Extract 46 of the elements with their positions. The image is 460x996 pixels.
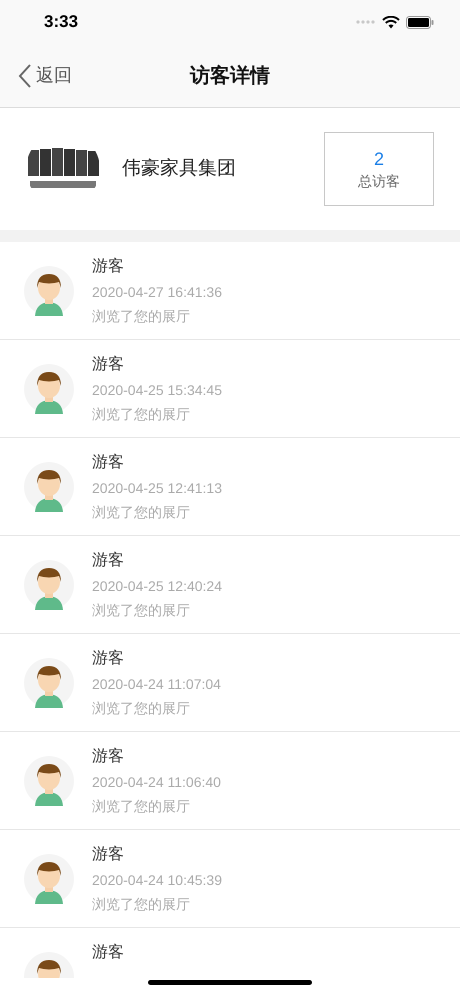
visit-time: 2020-04-25 12:41:13 bbox=[92, 479, 222, 498]
avatar-icon bbox=[24, 266, 74, 316]
visit-action: 浏览了您的展厅 bbox=[92, 503, 191, 522]
visit-action: 浏览了您的展厅 bbox=[92, 405, 191, 424]
visit-time: 2020-04-24 11:06:40 bbox=[92, 773, 221, 792]
back-button[interactable]: 返回 bbox=[18, 62, 72, 89]
visitor-name: 游客 bbox=[92, 648, 125, 669]
visitor-name: 游客 bbox=[92, 256, 125, 277]
avatar-icon bbox=[24, 658, 74, 708]
visit-time: 2020-04-24 10:45:39 bbox=[92, 871, 222, 890]
visitor-name: 游客 bbox=[92, 844, 125, 865]
avatar-icon bbox=[24, 364, 74, 414]
visit-time: 2020-04-25 15:34:45 bbox=[92, 381, 222, 400]
page-title: 访客详情 bbox=[190, 64, 270, 88]
battery-icon bbox=[406, 16, 434, 28]
visitor-name: 游客 bbox=[92, 452, 125, 473]
visitor-name: 游客 bbox=[92, 550, 125, 571]
visit-time: 2020-04-24 11:07:04 bbox=[92, 675, 221, 694]
signal-icon bbox=[356, 20, 376, 24]
visitor-row[interactable]: 游客 2020-04-25 12:40:24 浏览了您的展厅 bbox=[0, 536, 460, 634]
visit-action: 浏览了您的展厅 bbox=[92, 601, 191, 620]
visit-action: 浏览了您的展厅 bbox=[92, 699, 191, 718]
wifi-icon bbox=[382, 16, 400, 28]
visitor-row[interactable]: 游客 2020-04-24 10:45:39 浏览了您的展厅 bbox=[0, 830, 460, 928]
visitor-row[interactable]: 游客 2020-04-25 12:41:13 浏览了您的展厅 bbox=[0, 438, 460, 536]
avatar-icon bbox=[24, 756, 74, 806]
visit-time: 2020-04-25 12:40:24 bbox=[92, 577, 222, 596]
visitor-row[interactable]: 游客 2020-04-24 11:06:40 浏览了您的展厅 bbox=[0, 732, 460, 830]
chevron-left-icon bbox=[18, 62, 32, 88]
visitor-count: 2 bbox=[374, 150, 384, 168]
avatar-icon bbox=[24, 560, 74, 610]
company-name: 伟豪家具集团 bbox=[122, 156, 237, 181]
visitor-row[interactable]: 游客 2020-04-27 16:41:36 浏览了您的展厅 bbox=[0, 242, 460, 340]
visitor-name: 游客 bbox=[92, 942, 124, 963]
avatar-icon bbox=[24, 462, 74, 512]
status-time: 3:33 bbox=[44, 11, 78, 34]
visitor-name: 游客 bbox=[92, 746, 125, 767]
visitor-count-label: 总访客 bbox=[358, 174, 400, 188]
visitor-row[interactable]: 游客 2020-04-24 11:07:04 浏览了您的展厅 bbox=[0, 634, 460, 732]
visit-action: 浏览了您的展厅 bbox=[92, 895, 191, 914]
visit-action: 浏览了您的展厅 bbox=[92, 797, 191, 816]
visit-action: 浏览了您的展厅 bbox=[92, 307, 191, 326]
visit-time: 2020-04-27 16:41:36 bbox=[92, 283, 222, 302]
avatar-icon bbox=[24, 854, 74, 904]
visitor-name: 游客 bbox=[92, 354, 125, 375]
visitor-row[interactable]: 游客 2020-04-25 15:34:45 浏览了您的展厅 bbox=[0, 340, 460, 438]
